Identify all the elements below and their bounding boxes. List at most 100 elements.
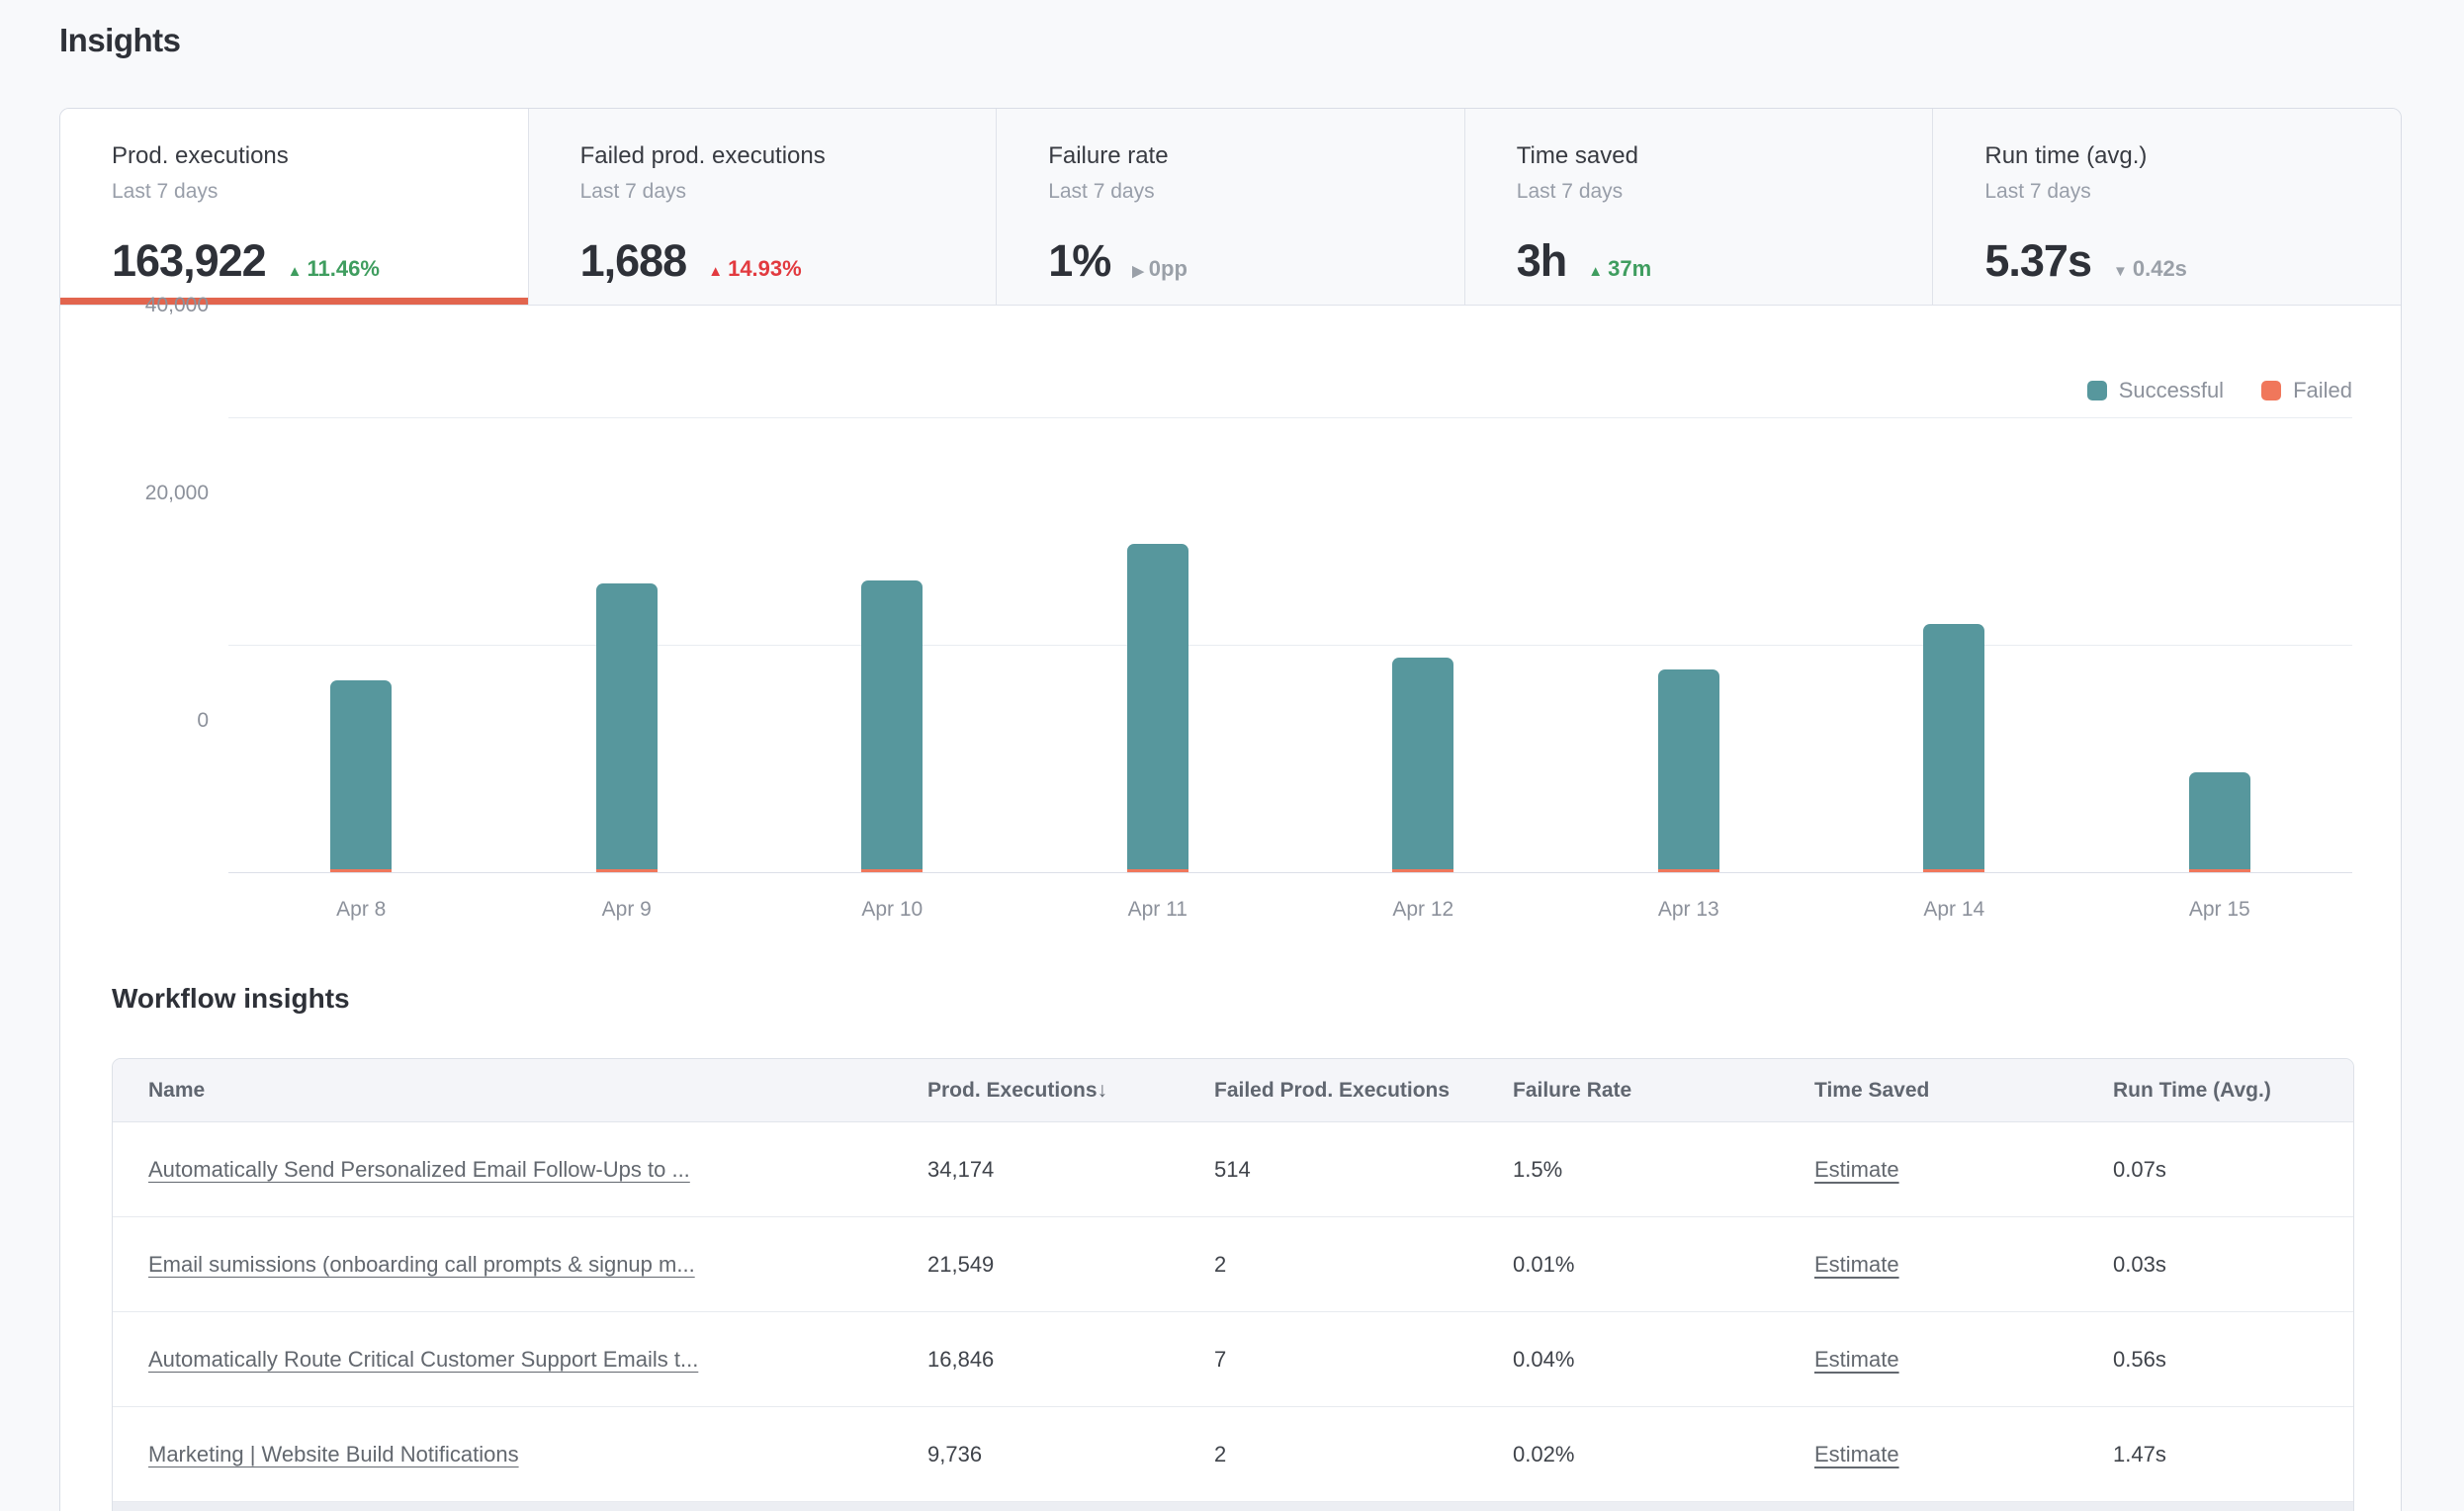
column-header-time-saved[interactable]: Time Saved [1814,1079,2113,1103]
table-row: Email sumissions (onboarding call prompt… [113,1217,2353,1312]
cell-failed-executions: 514 [1214,1157,1513,1183]
sort-descending-icon: ↓ [1098,1079,1108,1102]
metric-card-label: Failure rate [1048,142,1464,170]
metric-card-delta-text: 11.46% [308,256,380,282]
metric-card-label: Prod. executions [112,142,528,170]
cell-failed-executions: 7 [1214,1347,1513,1373]
table-row: Automatically Send Personalized Email Fo… [113,1122,2353,1217]
estimate-link[interactable]: Estimate [1814,1347,1899,1372]
bar[interactable] [2189,772,2250,872]
x-axis-line [228,872,2352,873]
metric-card-run-time-avg-[interactable]: Run time (avg.) Last 7 days 5.37s ▼ 0.42… [1933,109,2401,305]
workflow-insights-table: NameProd. Executions↓Failed Prod. Execut… [112,1058,2354,1511]
metric-card-delta: ▲ 37m [1588,256,1651,282]
bar-slot-apr-15 [2087,417,2353,872]
cell-prod-executions: 9,736 [927,1442,1214,1467]
bar-slot-apr-13 [1556,417,1822,872]
bar-successful-segment [2189,772,2250,869]
cell-failed-executions: 2 [1214,1442,1513,1467]
metric-card-period: Last 7 days [580,180,997,204]
bar-failed-segment [596,869,658,872]
page-title: Insights [59,22,181,59]
metric-card-failure-rate[interactable]: Failure rate Last 7 days 1% ▶ 0pp [997,109,1465,305]
workflow-name-link[interactable]: Automatically Route Critical Customer Su… [148,1347,698,1372]
estimate-link[interactable]: Estimate [1814,1442,1899,1467]
workflow-insights-title: Workflow insights [112,983,350,1015]
x-axis-label: Apr 9 [494,898,760,922]
bar[interactable] [1127,544,1188,872]
bar[interactable] [330,680,392,872]
table-row: Automatically Route Critical Customer Su… [113,1312,2353,1407]
bar[interactable] [1923,624,1984,872]
bar-slot-apr-14 [1821,417,2087,872]
executions-chart: Successful Failed 0 20,000 40,000 [60,307,2401,989]
x-axis-label: Apr 10 [759,898,1025,922]
metric-card-delta: ▲ 11.46% [288,256,380,282]
cell-run-time: 0.56s [2113,1347,2353,1373]
x-axis-label: Apr 13 [1556,898,1822,922]
column-header-run-time-avg-[interactable]: Run Time (Avg.) [2113,1079,2353,1103]
bar-failed-segment [1658,869,1719,872]
metric-card-label: Run time (avg.) [1984,142,2401,170]
bar-failed-segment [1392,869,1453,872]
column-header-failed-prod-executions[interactable]: Failed Prod. Executions [1214,1079,1513,1103]
legend-item[interactable]: Successful [2087,378,2224,403]
bar[interactable] [1658,669,1719,872]
bar-successful-segment [1127,544,1188,869]
chart-legend: Successful Failed [2087,378,2352,403]
estimate-link[interactable]: Estimate [1814,1157,1899,1182]
workflow-name-link[interactable]: Marketing | Website Build Notifications [148,1442,519,1467]
table-partial-next-row [113,1502,2353,1511]
insights-panel: Prod. executions Last 7 days 163,922 ▲ 1… [59,108,2402,1511]
cell-failed-executions: 2 [1214,1252,1513,1278]
y-axis-tick-0: 0 [60,709,209,733]
metric-card-delta-text: 14.93% [728,256,802,282]
workflow-name-link[interactable]: Automatically Send Personalized Email Fo… [148,1157,690,1182]
metric-card-period: Last 7 days [1517,180,1933,204]
cell-prod-executions: 16,846 [927,1347,1214,1373]
metric-card-delta: ▲ 14.93% [708,256,801,282]
metric-card-value: 1% [1048,235,1110,287]
metric-card-label: Failed prod. executions [580,142,997,170]
column-header-name[interactable]: Name [113,1079,927,1103]
legend-item[interactable]: Failed [2261,378,2352,403]
legend-label: Successful [2119,378,2224,403]
bar-slot-apr-8 [228,417,494,872]
column-header-prod-executions[interactable]: Prod. Executions↓ [927,1079,1214,1103]
metric-card-delta: ▼ 0.42s [2113,256,2187,282]
cell-prod-executions: 34,174 [927,1157,1214,1183]
column-header-failure-rate[interactable]: Failure Rate [1513,1079,1814,1103]
bar-slot-apr-12 [1290,417,1556,872]
bar-successful-segment [1923,624,1984,869]
bar-failed-segment [1127,869,1188,872]
bar-failed-segment [330,869,392,872]
x-axis-label: Apr 15 [2087,898,2353,922]
metric-cards-band: Prod. executions Last 7 days 163,922 ▲ 1… [60,109,2401,306]
legend-swatch-icon [2261,381,2281,400]
bar[interactable] [861,580,923,872]
cell-run-time: 1.47s [2113,1442,2353,1467]
bar-slot-apr-10 [759,417,1025,872]
metric-card-prod-executions[interactable]: Prod. executions Last 7 days 163,922 ▲ 1… [60,109,529,305]
bar-successful-segment [1658,669,1719,869]
trend-up-icon: ▲ [708,263,723,280]
bar-slot-apr-11 [1025,417,1291,872]
bar[interactable] [596,583,658,872]
bar-failed-segment [861,869,923,872]
bar-successful-segment [596,583,658,869]
estimate-link[interactable]: Estimate [1814,1252,1899,1277]
cell-run-time: 0.03s [2113,1252,2353,1278]
y-axis-tick-40000: 40,000 [60,294,209,317]
metric-card-period: Last 7 days [1984,180,2401,204]
cell-failure-rate: 1.5% [1513,1157,1814,1183]
bar-series [228,417,2352,872]
workflow-name-link[interactable]: Email sumissions (onboarding call prompt… [148,1252,695,1277]
metric-card-time-saved[interactable]: Time saved Last 7 days 3h ▲ 37m [1465,109,1934,305]
legend-swatch-icon [2087,381,2107,400]
metric-card-delta-text: 0pp [1149,256,1188,282]
metric-card-failed-prod-executions[interactable]: Failed prod. executions Last 7 days 1,68… [529,109,998,305]
metric-card-value: 163,922 [112,235,266,287]
bar[interactable] [1392,658,1453,872]
trend-down-icon: ▼ [2113,263,2128,280]
legend-label: Failed [2293,378,2352,403]
